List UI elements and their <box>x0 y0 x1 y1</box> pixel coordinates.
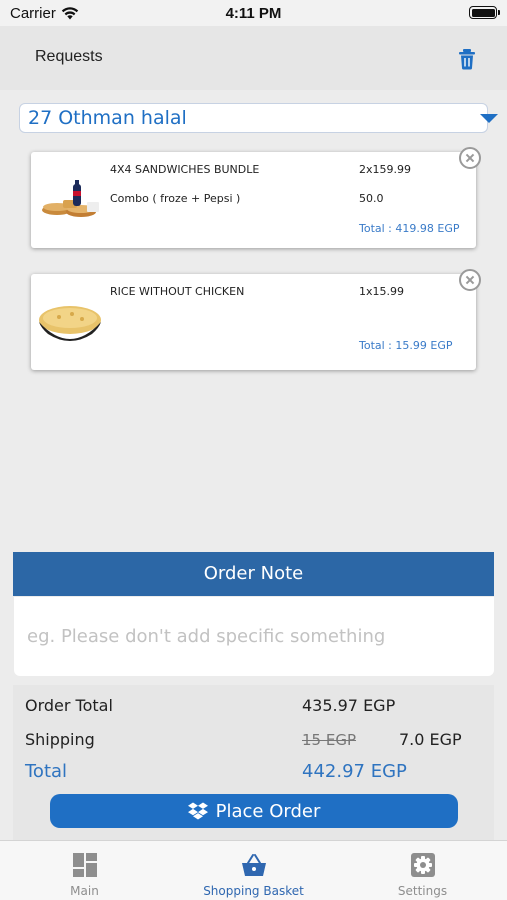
battery-icon <box>469 6 500 19</box>
grid-icon <box>73 853 97 877</box>
item-option-price: 50.0 <box>359 192 384 205</box>
branch-selected-value: 27 Othman halal <box>28 107 187 129</box>
order-total-label: Order Total <box>25 696 113 715</box>
page-title: Requests <box>35 48 103 65</box>
trash-icon <box>459 49 475 70</box>
shipping-value: 7.0 EGP <box>399 730 462 749</box>
item-option: Combo ( froze + Pepsi ) <box>110 192 241 205</box>
tab-shopping-basket[interactable]: Shopping Basket <box>169 841 338 900</box>
sandwich-bundle-image <box>42 180 99 217</box>
tab-shopping-basket-label: Shopping Basket <box>203 884 304 898</box>
order-note-title: Order Note <box>203 563 304 584</box>
shipping-label: Shipping <box>25 730 95 749</box>
place-order-label: Place Order <box>215 800 321 822</box>
item-name: 4X4 SANDWICHES BUNDLE <box>110 163 260 176</box>
remove-item-button[interactable] <box>459 269 481 291</box>
cart-item: 4X4 SANDWICHES BUNDLE 2x159.99 Combo ( f… <box>31 152 476 248</box>
chevron-down-icon[interactable] <box>480 114 498 123</box>
basket-icon <box>242 854 266 876</box>
clear-cart-button[interactable] <box>457 48 477 70</box>
tab-main-label: Main <box>70 884 99 898</box>
place-order-button[interactable]: Place Order <box>50 794 458 828</box>
dropbox-icon <box>187 802 208 820</box>
item-name: RICE WITHOUT CHICKEN <box>110 285 245 298</box>
top-bar: Requests <box>0 26 507 90</box>
tab-settings-label: Settings <box>397 884 448 898</box>
branch-select[interactable]: 27 Othman halal <box>19 103 488 133</box>
tab-bar: Main Shopping Basket Settings <box>0 840 507 900</box>
rice-bowl-image <box>39 306 101 341</box>
item-quantity-price: 2x159.99 <box>359 163 411 176</box>
order-total-value: 435.97 EGP <box>302 696 396 715</box>
remove-item-button[interactable] <box>459 147 481 169</box>
item-total: Total : 419.98 EGP <box>359 222 460 235</box>
total-label: Total <box>25 761 68 782</box>
tab-settings[interactable]: Settings <box>338 841 507 900</box>
order-note-input[interactable] <box>14 597 494 676</box>
item-quantity-price: 1x15.99 <box>359 285 404 298</box>
gear-icon <box>411 853 435 877</box>
clock: 4:11 PM <box>225 5 282 22</box>
shipping-old-value: 15 EGP <box>302 731 357 749</box>
order-note-header: Order Note <box>13 552 494 596</box>
cart-item: RICE WITHOUT CHICKEN 1x15.99 Total : 15.… <box>31 274 476 370</box>
total-value: 442.97 EGP <box>302 761 407 782</box>
tab-main[interactable]: Main <box>0 841 169 900</box>
item-total: Total : 15.99 EGP <box>359 339 453 352</box>
status-bar: Carrier 4:11 PM <box>0 0 507 26</box>
